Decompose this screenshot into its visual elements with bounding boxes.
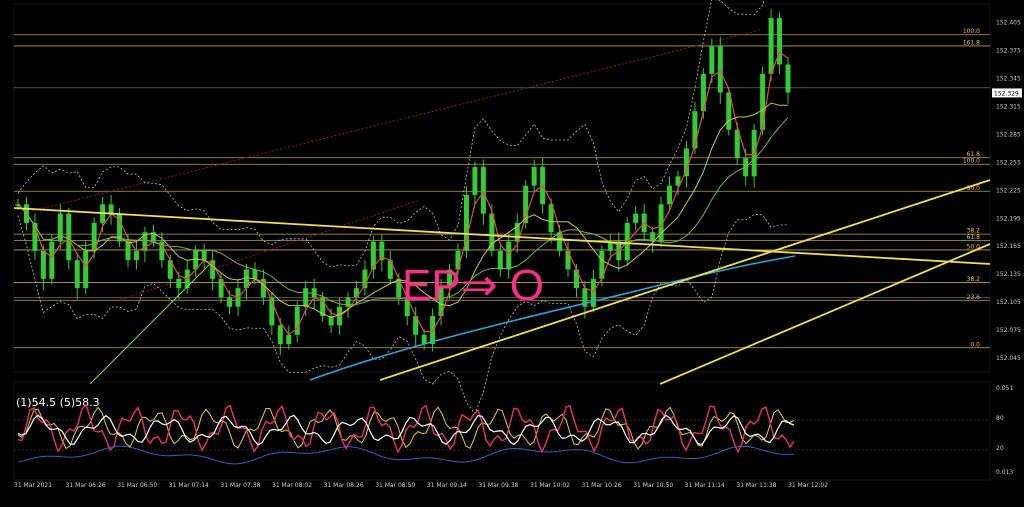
x-tick-label: 31 Mar 09:38 [478, 482, 518, 489]
candle-body [303, 288, 309, 307]
x-tick-label: 31 Mar 08:50 [375, 482, 415, 489]
candle-body [531, 167, 537, 186]
candle-body [353, 288, 359, 298]
candle-body [176, 278, 182, 289]
oscillator-axis-label: 0.051 [996, 385, 1013, 392]
candle-body [480, 167, 486, 214]
price-chart[interactable]: 100.0161.861.8100.050.038.261.850.038.22… [0, 0, 1024, 507]
candle-body [133, 250, 139, 261]
x-tick-label: 31 Mar 08:26 [324, 482, 364, 489]
x-tick-label: 31 Mar 10:02 [530, 482, 570, 489]
candle-body [286, 334, 292, 345]
x-tick-label: 31 Mar 08:02 [272, 482, 312, 489]
y-tick-label: 152.405 [996, 20, 1021, 27]
fib-level-label: 0.0 [970, 341, 980, 348]
y-tick-label: 152.285 [996, 131, 1021, 138]
fib-level-label: 100.0 [963, 158, 980, 165]
candle-body [760, 73, 766, 130]
candle-body [421, 334, 427, 345]
candle-body [633, 213, 639, 223]
candle-body [49, 241, 55, 279]
y-tick-label: 152.315 [996, 103, 1021, 110]
y-tick-label: 152.375 [996, 48, 1021, 55]
y-tick-label: 152.195 [996, 215, 1021, 222]
candle-body [768, 17, 774, 74]
x-tick-label: 31 Mar 2021 [14, 482, 52, 489]
upper-band-line [17, 0, 765, 268]
price-panel-frame [13, 3, 991, 373]
fib-level-label: 61.8 [967, 234, 981, 241]
y-tick-label: 152.135 [996, 271, 1021, 278]
channel-upper-line [19, 29, 761, 215]
chart-root: 100.0 161.8 61.8 100.0 50.0 38.2 61.8 50.0 38.2 2… [0, 0, 1024, 507]
candle-body [66, 213, 72, 261]
ep-annotation-text: EP⇒ O [402, 261, 544, 310]
oscillator-axis-label: 20 [996, 445, 1004, 452]
y-tick-label: 152.105 [996, 299, 1021, 306]
oscillator-axis-label: 0.013 [996, 469, 1013, 476]
fib-level-label: 38.2 [967, 276, 981, 283]
candle-body [472, 167, 478, 195]
y-tick-label: 152.255 [996, 159, 1021, 166]
oscillator-axis-label: 80 [996, 415, 1004, 422]
candle-body [40, 250, 46, 279]
y-tick-label: 152.225 [996, 187, 1021, 194]
x-tick-label: 31 Mar 12:02 [788, 482, 828, 489]
candle-body [463, 194, 469, 251]
ma-long-line [309, 255, 796, 381]
oscillator-blue-line [17, 445, 795, 465]
candle-body [243, 269, 249, 289]
x-tick-label: 31 Mar 07:38 [220, 482, 260, 489]
y-tick-label: 152.075 [996, 327, 1021, 334]
candle-body [667, 185, 673, 205]
x-tick-label: 31 Mar 07:14 [169, 482, 209, 489]
ascending-trendline-lower [659, 243, 991, 385]
candle-body [683, 148, 689, 177]
x-tick-label: 31 Mar 11:38 [736, 482, 776, 489]
candle-body [430, 316, 436, 345]
candle-body [277, 325, 283, 345]
rising-ma-segment [89, 263, 211, 385]
candle-body [590, 278, 596, 307]
x-tick-label: 31 Mar 10:26 [582, 482, 622, 489]
candle-body [785, 64, 791, 93]
lower-band-line [17, 214, 788, 415]
candle-body [717, 45, 723, 93]
candle-body [108, 204, 114, 214]
candle-body [57, 213, 63, 242]
candle-body [83, 250, 89, 289]
candle-body [294, 306, 300, 335]
x-tick-label: 31 Mar 10:50 [633, 482, 673, 489]
y-tick-label: 152.345 [996, 76, 1021, 83]
x-tick-label: 31 Mar 11:14 [685, 482, 725, 489]
current-price-label: 152.329 [994, 90, 1019, 97]
y-tick-label: 152.045 [996, 355, 1021, 362]
fib-level-label: 161.8 [963, 39, 980, 46]
candle-body [201, 250, 207, 261]
x-tick-label: 31 Mar 06:50 [117, 482, 157, 489]
candle-body [74, 260, 80, 289]
fib-level-label: 100.0 [963, 28, 980, 35]
y-tick-label: 152.165 [996, 243, 1021, 250]
x-tick-label: 31 Mar 09:14 [427, 482, 467, 489]
candle-body [709, 45, 715, 74]
candle-body [227, 297, 233, 307]
candle-body [252, 269, 258, 279]
candle-body [125, 241, 131, 261]
x-tick-label: 31 Mar 06:26 [66, 482, 106, 489]
